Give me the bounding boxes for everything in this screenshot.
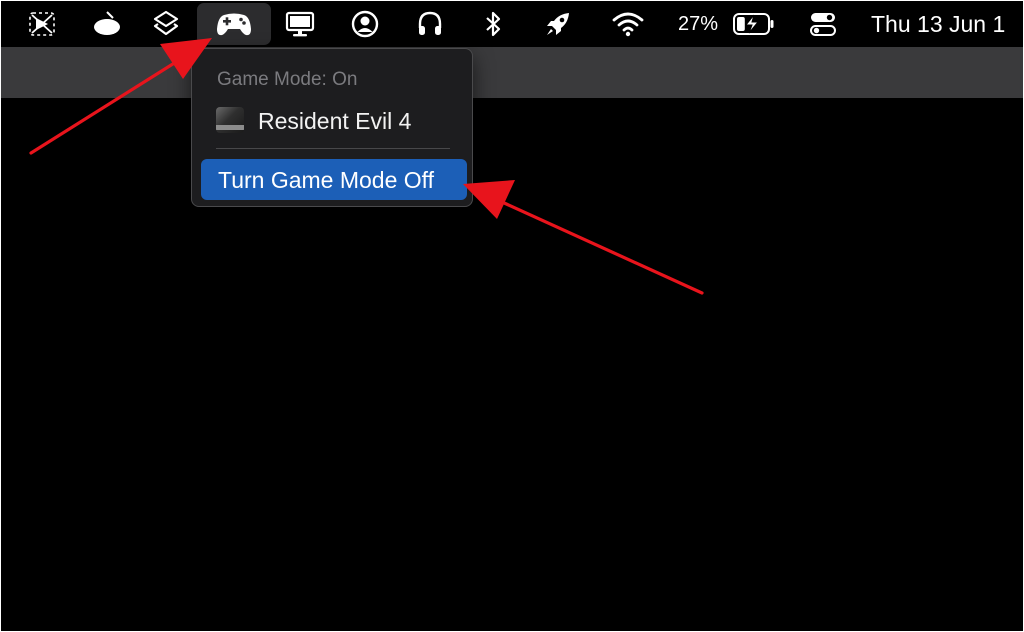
turn-game-mode-off-button[interactable]: Turn Game Mode Off (201, 159, 467, 200)
rocket-icon[interactable] (538, 1, 578, 47)
wifi-icon[interactable] (608, 1, 648, 47)
game-mode-dropdown: Game Mode: On Resident Evil 4 Turn Game … (191, 48, 473, 207)
bluetooth-icon[interactable] (473, 1, 513, 47)
menu-bar-clock[interactable]: Thu 13 Jun 1 (871, 10, 1005, 38)
game-mode-menu-button[interactable] (197, 3, 271, 45)
control-center-icon[interactable] (803, 1, 843, 47)
turn-game-mode-off-label: Turn Game Mode Off (218, 167, 435, 193)
window-title-strip (1, 47, 1023, 98)
display-icon[interactable] (280, 1, 320, 47)
menu-bar: 27% Thu 13 Jun 1 (1, 1, 1023, 47)
menu-item-current-game[interactable]: Resident Evil 4 (210, 103, 460, 137)
battery-percentage: 27% (678, 13, 719, 35)
battery-charging-icon[interactable] (730, 1, 778, 47)
menu-separator (216, 148, 450, 149)
ufo-icon[interactable] (87, 1, 127, 47)
game-mode-status-header: Game Mode: On (217, 69, 358, 90)
shortcuts-icon[interactable] (146, 1, 186, 47)
game-thumbnail (216, 107, 244, 133)
headphones-icon[interactable] (410, 1, 450, 47)
current-game-label: Resident Evil 4 (258, 108, 412, 134)
screen-capture-icon[interactable] (22, 1, 62, 47)
desktop-screen: 27% Thu 13 Jun 1 Game Mode: On Resident … (1, 1, 1023, 631)
game-controller-icon (214, 1, 254, 47)
user-icon[interactable] (345, 1, 385, 47)
